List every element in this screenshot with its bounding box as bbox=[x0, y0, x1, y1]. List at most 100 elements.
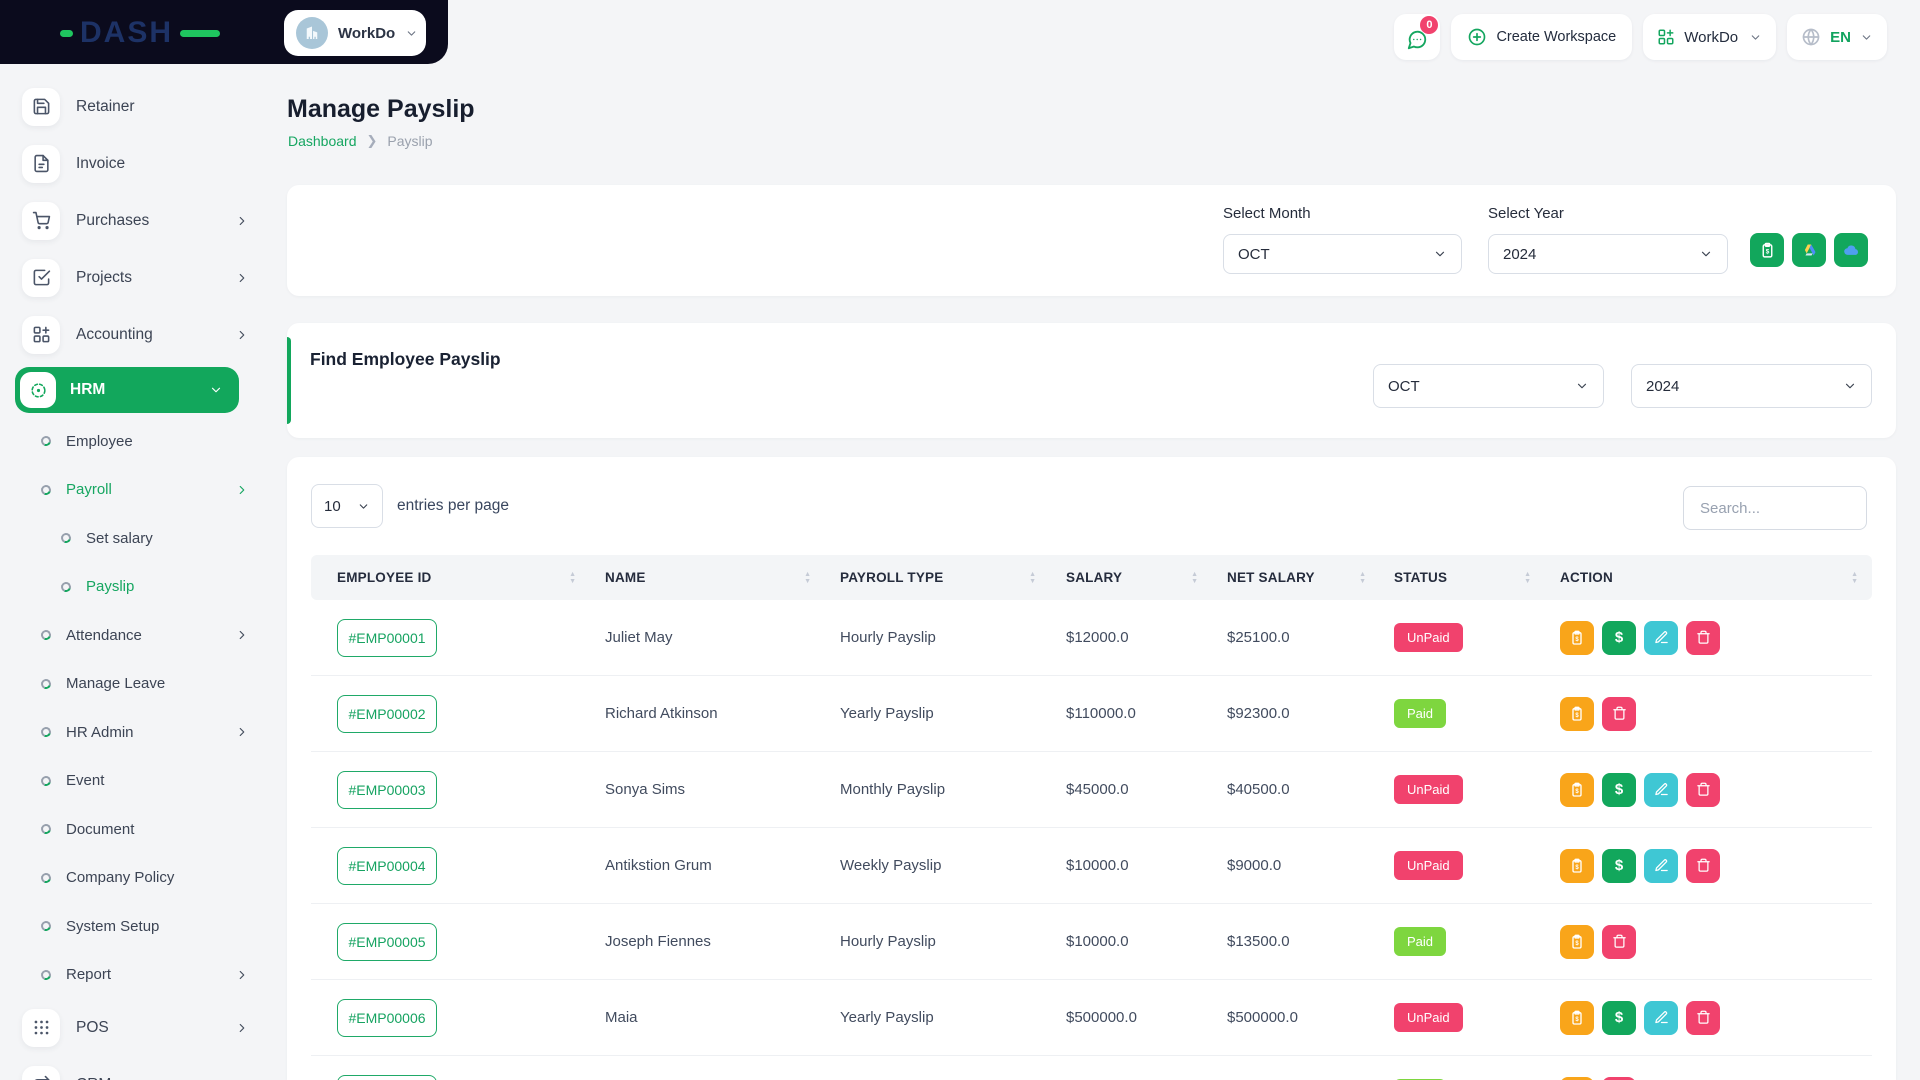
employee-id-badge[interactable]: #EMP00001 bbox=[337, 619, 437, 657]
clipboard-dollar-icon: $ bbox=[1569, 782, 1585, 798]
sort-icon[interactable]: ▲▼ bbox=[1191, 571, 1198, 585]
sidebar-item-set-salary[interactable]: Set salary bbox=[15, 514, 265, 563]
dots-grid-icon bbox=[22, 1009, 60, 1047]
google-drive-export-button[interactable] bbox=[1792, 233, 1826, 267]
sort-icon[interactable]: ▲▼ bbox=[569, 571, 576, 585]
month-select[interactable]: OCT bbox=[1223, 234, 1462, 274]
year-select[interactable]: 2024 bbox=[1488, 234, 1728, 274]
sidebar-item-system-setup[interactable]: System Setup bbox=[15, 902, 265, 951]
svg-text:$: $ bbox=[1575, 1017, 1579, 1023]
pay-button[interactable]: $ bbox=[1602, 621, 1636, 655]
employee-name: Kirsten Benson bbox=[590, 1056, 825, 1080]
sidebar-item-purchases[interactable]: Purchases bbox=[15, 192, 265, 249]
delete-button[interactable] bbox=[1602, 925, 1636, 959]
employee-id-badge[interactable]: #EMP00002 bbox=[337, 695, 437, 733]
sort-icon[interactable]: ▲▼ bbox=[1029, 571, 1036, 585]
employee-id-badge[interactable]: #EMP00007 bbox=[337, 1075, 437, 1080]
chevron-right-icon bbox=[235, 1021, 249, 1035]
employee-name: Maia bbox=[590, 980, 825, 1056]
onedrive-export-button[interactable] bbox=[1834, 233, 1868, 267]
column-header-action[interactable]: ACTION▲▼ bbox=[1545, 555, 1872, 600]
topbar: 0 Create Workspace WorkDo EN bbox=[1394, 14, 1887, 60]
messages-button[interactable]: 0 bbox=[1394, 14, 1440, 60]
svg-text:$: $ bbox=[1575, 637, 1579, 643]
create-workspace-button[interactable]: Create Workspace bbox=[1451, 14, 1632, 60]
sort-icon[interactable]: ▲▼ bbox=[1359, 571, 1366, 585]
language-selector[interactable]: EN bbox=[1787, 14, 1887, 60]
column-header-payroll-type[interactable]: PAYROLL TYPE▲▼ bbox=[825, 555, 1050, 600]
chevron-down-icon bbox=[1575, 379, 1589, 393]
delete-button[interactable] bbox=[1686, 773, 1720, 807]
sort-icon[interactable]: ▲▼ bbox=[1524, 571, 1531, 585]
bullet-icon bbox=[39, 726, 52, 739]
payslip-button[interactable]: $ bbox=[1560, 697, 1594, 731]
pay-button[interactable]: $ bbox=[1602, 849, 1636, 883]
payslip-button[interactable]: $ bbox=[1560, 621, 1594, 655]
clipboard-dollar-icon: $ bbox=[1569, 1010, 1585, 1026]
page-title: Manage Payslip bbox=[287, 95, 475, 124]
sidebar-item-retainer[interactable]: Retainer bbox=[15, 78, 265, 135]
net-salary: $62575.0 bbox=[1212, 1056, 1380, 1080]
delete-button[interactable] bbox=[1602, 1077, 1636, 1080]
bullet-icon bbox=[59, 580, 72, 593]
entries-per-page-select[interactable]: 10 bbox=[311, 484, 383, 528]
edit-button[interactable] bbox=[1644, 773, 1678, 807]
chevron-down-icon bbox=[1860, 31, 1873, 44]
sidebar-item-event[interactable]: Event bbox=[15, 757, 265, 806]
sidebar-item-document[interactable]: Document bbox=[15, 805, 265, 854]
delete-button[interactable] bbox=[1686, 621, 1720, 655]
sidebar-item-hrm[interactable]: HRM bbox=[15, 367, 239, 413]
find-year-select[interactable]: 2024 bbox=[1631, 364, 1872, 408]
pencil-icon bbox=[1654, 630, 1669, 645]
table-header-row: EMPLOYEE ID▲▼ NAME▲▼ PAYROLL TYPE▲▼ SALA… bbox=[311, 555, 1872, 600]
sidebar-item-manage-leave[interactable]: Manage Leave bbox=[15, 660, 265, 709]
payslip-button[interactable]: $ bbox=[1560, 849, 1594, 883]
column-header-status[interactable]: STATUS▲▼ bbox=[1380, 555, 1545, 600]
employee-id-badge[interactable]: #EMP00003 bbox=[337, 771, 437, 809]
payslip-button[interactable]: $ bbox=[1560, 925, 1594, 959]
edit-button[interactable] bbox=[1644, 621, 1678, 655]
payslip-button[interactable]: $ bbox=[1560, 1077, 1594, 1080]
employee-id-badge[interactable]: #EMP00004 bbox=[337, 847, 437, 885]
sidebar-item-employee[interactable]: Employee bbox=[15, 417, 265, 466]
sidebar-item-report[interactable]: Report bbox=[15, 951, 265, 1000]
workspace-switcher[interactable]: WorkDo bbox=[284, 10, 426, 56]
employee-id-badge[interactable]: #EMP00006 bbox=[337, 999, 437, 1037]
edit-button[interactable] bbox=[1644, 1001, 1678, 1035]
sort-icon[interactable]: ▲▼ bbox=[804, 571, 811, 585]
payslip-button[interactable]: $ bbox=[1560, 773, 1594, 807]
sidebar-item-payslip[interactable]: Payslip bbox=[15, 563, 265, 612]
grid-plus-icon bbox=[22, 316, 60, 354]
sidebar-item-hr-admin[interactable]: HR Admin bbox=[15, 708, 265, 757]
export-actions: $ bbox=[1750, 233, 1868, 267]
column-header-employee-id[interactable]: EMPLOYEE ID▲▼ bbox=[311, 555, 590, 600]
sidebar-item-payroll[interactable]: Payroll bbox=[15, 466, 265, 515]
pay-button[interactable]: $ bbox=[1602, 1001, 1636, 1035]
sidebar-item-attendance[interactable]: Attendance bbox=[15, 611, 265, 660]
pay-button[interactable]: $ bbox=[1602, 773, 1636, 807]
workdo-menu-button[interactable]: WorkDo bbox=[1643, 14, 1776, 60]
delete-button[interactable] bbox=[1602, 697, 1636, 731]
sidebar-item-invoice[interactable]: Invoice bbox=[15, 135, 265, 192]
sidebar-item-accounting[interactable]: Accounting bbox=[15, 306, 265, 363]
column-header-name[interactable]: NAME▲▼ bbox=[590, 555, 825, 600]
edit-button[interactable] bbox=[1644, 849, 1678, 883]
sidebar-item-pos[interactable]: POS bbox=[15, 999, 265, 1056]
trash-icon bbox=[1612, 934, 1627, 949]
column-header-net-salary[interactable]: NET SALARY▲▼ bbox=[1212, 555, 1380, 600]
delete-button[interactable] bbox=[1686, 1001, 1720, 1035]
employee-id-badge[interactable]: #EMP00005 bbox=[337, 923, 437, 961]
bullet-icon bbox=[39, 774, 52, 787]
sidebar-item-company-policy[interactable]: Company Policy bbox=[15, 854, 265, 903]
bulk-payslip-button[interactable]: $ bbox=[1750, 233, 1784, 267]
building-icon bbox=[303, 24, 321, 42]
delete-button[interactable] bbox=[1686, 849, 1720, 883]
search-input[interactable] bbox=[1683, 486, 1867, 530]
sidebar-item-crm[interactable]: CRM bbox=[15, 1056, 265, 1080]
breadcrumb-dashboard-link[interactable]: Dashboard bbox=[288, 133, 357, 149]
column-header-salary[interactable]: SALARY▲▼ bbox=[1050, 555, 1212, 600]
sort-icon[interactable]: ▲▼ bbox=[1851, 571, 1858, 585]
find-month-select[interactable]: OCT bbox=[1373, 364, 1604, 408]
payslip-button[interactable]: $ bbox=[1560, 1001, 1594, 1035]
sidebar-item-projects[interactable]: Projects bbox=[15, 249, 265, 306]
